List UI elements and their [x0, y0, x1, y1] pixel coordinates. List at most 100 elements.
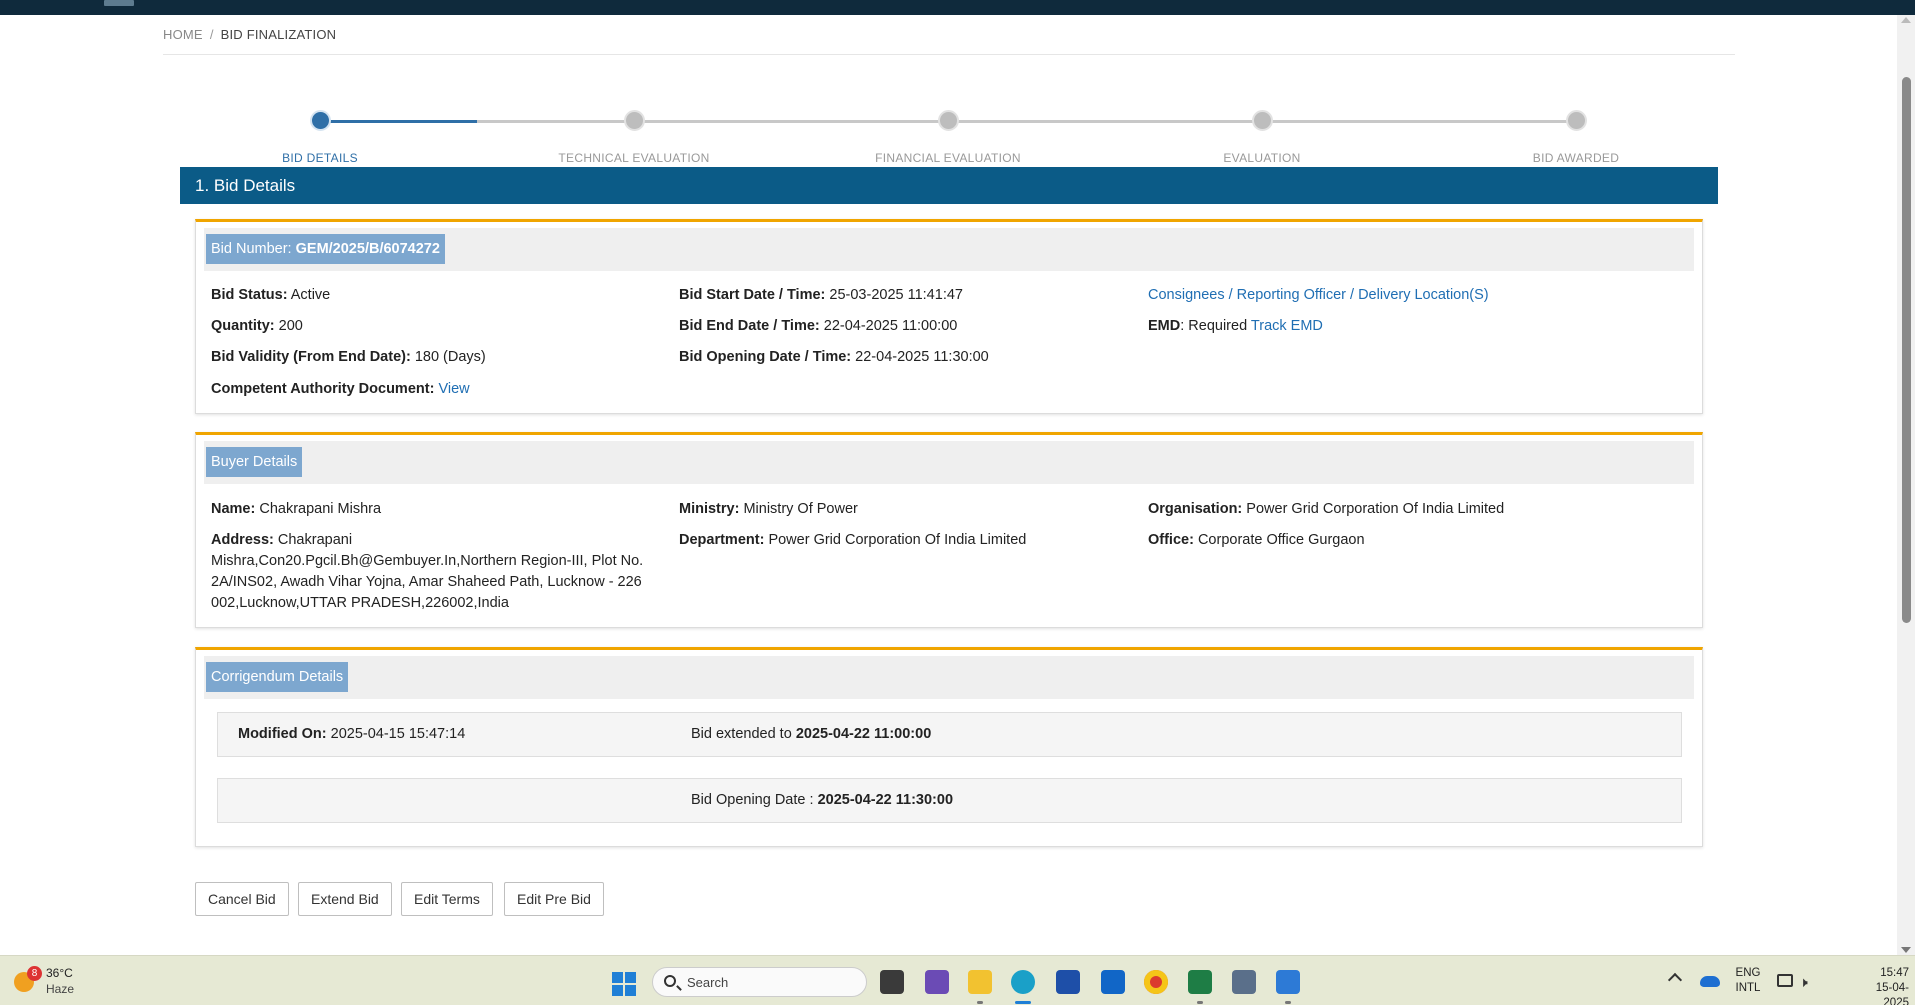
- nasscom-app-icon[interactable]: [925, 970, 949, 994]
- bid-details-panel: Bid Number: GEM/2025/B/6074272 Bid Statu…: [195, 219, 1703, 414]
- scroll-down-arrow-icon[interactable]: [1901, 947, 1911, 953]
- chrome-icon[interactable]: [1144, 970, 1168, 994]
- modified-on: Modified On: 2025-04-15 15:47:14: [238, 726, 465, 742]
- section-title: 1. Bid Details: [180, 167, 1718, 204]
- progress-fill: [320, 120, 478, 123]
- speaker-muted-icon[interactable]: 🕨: [1799, 974, 1808, 991]
- file-explorer-icon[interactable]: [968, 970, 992, 1004]
- search-icon: [664, 975, 676, 987]
- step-label-bid-awarded[interactable]: BID AWARDED: [1476, 151, 1676, 165]
- step-label-technical-evaluation[interactable]: TECHNICAL EVALUATION: [534, 151, 734, 165]
- office-value: Corporate Office Gurgaon: [1197, 532, 1365, 548]
- buyer-details-tag: Buyer Details: [206, 447, 303, 477]
- bid-opening-value: 22-04-2025 11:30:00: [855, 349, 989, 365]
- windows-icon[interactable]: [612, 972, 636, 996]
- clock-time: 15:47: [1880, 967, 1909, 979]
- ministry-value: Ministry Of Power: [743, 501, 858, 517]
- scrollbar-thumb[interactable]: [1902, 77, 1911, 623]
- breadcrumb: HOME / BID FINALIZATION: [163, 27, 336, 42]
- bid-number-label: Bid Number:: [211, 241, 292, 257]
- step-label-financial-evaluation[interactable]: FINANCIAL EVALUATION: [848, 151, 1048, 165]
- validity-label: Bid Validity (From End Date):: [211, 349, 411, 365]
- weather-condition: Haze: [46, 982, 75, 996]
- buyer-address: Address: Chakrapani Mishra,Con20.Pgcil.B…: [211, 530, 656, 614]
- step-dot-bid-awarded[interactable]: [1566, 110, 1587, 131]
- bid-number-value: GEM/2025/B/6074272: [295, 241, 440, 257]
- step-label-bid-details[interactable]: BID DETAILS: [220, 151, 420, 165]
- bid-end-label: Bid End Date / Time:: [679, 318, 820, 334]
- bid-end: Bid End Date / Time: 22-04-2025 11:00:00: [679, 316, 957, 337]
- corrigendum-tag: Corrigendum Details: [206, 662, 349, 692]
- step-dot-evaluation[interactable]: [1252, 110, 1273, 131]
- outlook-icon[interactable]: [1101, 970, 1125, 994]
- calculator-icon[interactable]: [1232, 970, 1256, 994]
- bid-extended-text: Bid extended to: [691, 726, 792, 742]
- clock-date: 15-04-2025: [1875, 982, 1909, 1005]
- quantity-value: 200: [278, 318, 303, 334]
- vertical-scrollbar[interactable]: [1897, 15, 1915, 955]
- department-label: Department:: [679, 532, 765, 548]
- show-hidden-icons-chevron-icon[interactable]: [1667, 972, 1683, 988]
- bid-start-label: Bid Start Date / Time:: [679, 287, 826, 303]
- site-header-bar: [0, 0, 1915, 15]
- authority-document-label: Competent Authority Document:: [211, 381, 435, 397]
- step-dot-bid-details[interactable]: [310, 110, 331, 131]
- excel-icon[interactable]: [1188, 970, 1212, 1004]
- language-line-2: INTL: [1735, 982, 1761, 994]
- store-icon[interactable]: [1056, 970, 1080, 994]
- emd-value: : Required: [1180, 318, 1248, 334]
- breadcrumb-home[interactable]: HOME: [163, 27, 203, 42]
- bid-start: Bid Start Date / Time: 25-03-2025 11:41:…: [679, 285, 963, 306]
- taskbar-search[interactable]: Search: [652, 967, 867, 997]
- step-label-evaluation[interactable]: EVALUATION: [1162, 151, 1362, 165]
- temperature: 36°C: [46, 966, 73, 980]
- taskbar-search-placeholder: Search: [687, 975, 729, 990]
- bid-end-value: 22-04-2025 11:00:00: [823, 318, 958, 334]
- clock[interactable]: 15:47 15-04-2025: [1853, 966, 1909, 1005]
- breadcrumb-separator: /: [209, 27, 214, 42]
- buyer-department: Department: Power Grid Corporation Of In…: [679, 530, 1026, 551]
- breadcrumb-current: BID FINALIZATION: [220, 27, 337, 42]
- site-logo[interactable]: [104, 0, 134, 6]
- authority-document-view-link[interactable]: View: [438, 381, 469, 397]
- onedrive-cloud-icon[interactable]: [1700, 976, 1720, 987]
- edit-pre-bid-button[interactable]: Edit Pre Bid: [504, 882, 604, 916]
- step-dot-technical-evaluation[interactable]: [624, 110, 645, 131]
- language-line-1: ENG: [1735, 967, 1761, 979]
- bid-status: Bid Status: Active: [211, 285, 330, 306]
- edge-icon[interactable]: [1011, 970, 1035, 1004]
- bid-status-label: Bid Status:: [211, 287, 288, 303]
- bid-opening-corr: Bid Opening Date : 2025-04-22 11:30:00: [691, 792, 953, 808]
- extend-bid-button[interactable]: Extend Bid: [298, 882, 392, 916]
- emd-label: EMD: [1148, 318, 1181, 334]
- buyer-name: Name: Chakrapani Mishra: [211, 499, 381, 520]
- step-dot-financial-evaluation[interactable]: [938, 110, 959, 131]
- track-emd-link[interactable]: Track EMD: [1251, 318, 1323, 334]
- bid-quantity: Quantity: 200: [211, 316, 303, 337]
- bid-extended-value: 2025-04-22 11:00:00: [795, 726, 932, 742]
- task-view-icon[interactable]: [880, 970, 904, 994]
- consignees: Consignees / Reporting Officer / Deliver…: [1148, 285, 1489, 306]
- cancel-bid-button[interactable]: Cancel Bid: [195, 882, 289, 916]
- language-indicator[interactable]: ENG INTL: [1730, 966, 1766, 996]
- page-content: HOME / BID FINALIZATION BID DETAILS TECHNI…: [0, 15, 1897, 955]
- authority-document: Competent Authority Document: View: [211, 379, 470, 400]
- notepad-icon[interactable]: [1276, 970, 1300, 1004]
- bid-opening-corr-value: 2025-04-22 11:30:00: [817, 792, 954, 808]
- ministry-label: Ministry:: [679, 501, 740, 517]
- department-value: Power Grid Corporation Of India Limited: [768, 532, 1027, 548]
- buyer-office: Office: Corporate Office Gurgaon: [1148, 530, 1365, 551]
- edit-terms-button[interactable]: Edit Terms: [401, 882, 493, 916]
- quantity-label: Quantity:: [211, 318, 275, 334]
- bid-number-header: Bid Number: GEM/2025/B/6074272: [204, 228, 1694, 271]
- buyer-details-header: Buyer Details: [204, 441, 1694, 484]
- buyer-address-label: Address:: [211, 532, 274, 548]
- bid-number-tag: Bid Number: GEM/2025/B/6074272: [206, 234, 445, 264]
- buyer-organisation: Organisation: Power Grid Corporation Of …: [1148, 499, 1504, 520]
- consignees-link[interactable]: Consignees / Reporting Officer / Deliver…: [1148, 287, 1489, 303]
- network-monitor-icon[interactable]: [1777, 974, 1793, 987]
- bid-opening: Bid Opening Date / Time: 22-04-2025 11:3…: [679, 347, 989, 368]
- scroll-up-arrow-icon[interactable]: [1901, 17, 1911, 23]
- bid-opening-corr-text: Bid Opening Date :: [691, 792, 814, 808]
- buyer-address-value: Chakrapani Mishra,Con20.Pgcil.Bh@Gembuye…: [211, 532, 644, 611]
